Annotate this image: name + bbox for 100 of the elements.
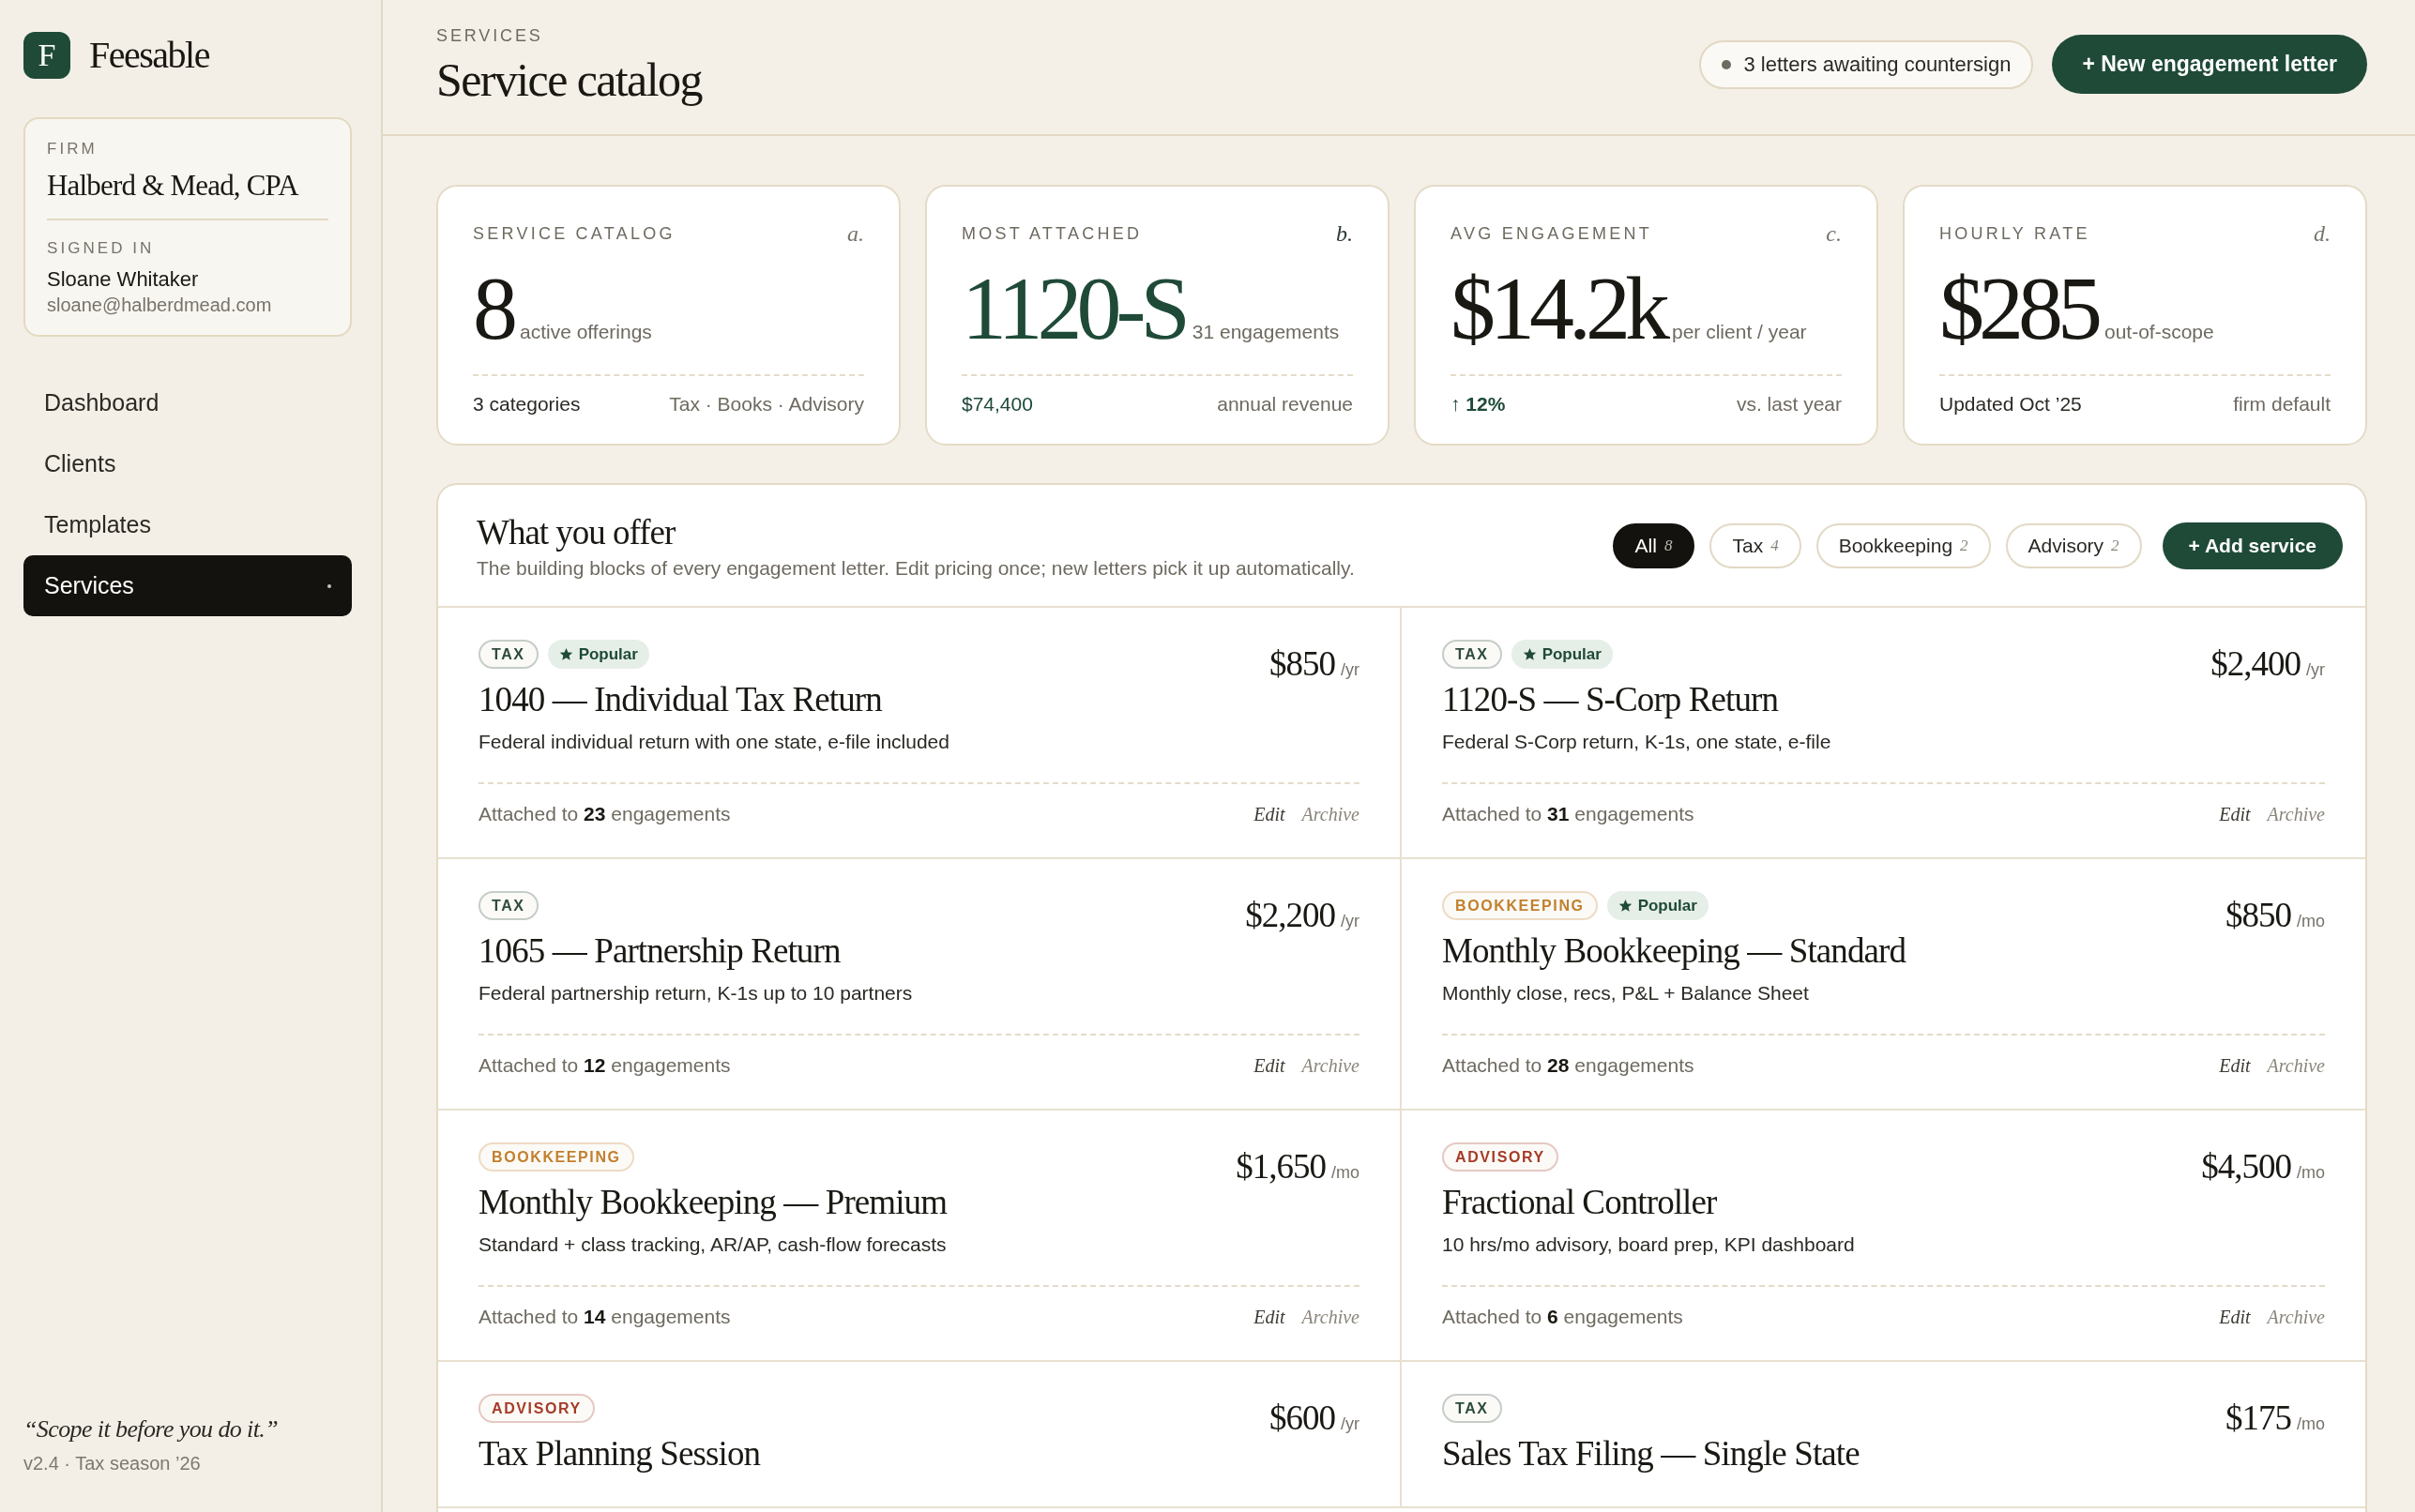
attached-count: Attached to 23 engagements: [478, 803, 731, 825]
archive-link[interactable]: Archive: [1301, 1306, 1359, 1328]
service-description: Monthly close, recs, P&L + Balance Sheet: [1442, 981, 1810, 1005]
stat-caption: Tax · Books · Advisory: [669, 393, 864, 416]
stat-footnote: Updated Oct ’25: [1939, 393, 2082, 416]
attached-count: Attached to 6 engagements: [1442, 1306, 1683, 1328]
service-title: Tax Planning Session: [478, 1433, 761, 1474]
stat-unit: per client / year: [1672, 321, 1807, 343]
logo-mark: F: [23, 32, 70, 79]
price-amount: $850: [2225, 895, 2291, 935]
nav-item[interactable]: Clients: [23, 433, 352, 494]
edit-link[interactable]: Edit: [2219, 1306, 2251, 1328]
service-title: Fractional Controller: [1442, 1182, 1718, 1223]
category-tag: BOOKKEEPING: [1442, 891, 1598, 920]
category-tag: BOOKKEEPING: [478, 1142, 634, 1172]
firm-name: Halberd & Mead, CPA: [47, 168, 300, 204]
category-tag: TAX: [1442, 640, 1502, 669]
filter-chip[interactable]: All 8: [1612, 522, 1695, 568]
popular-label: Popular: [1637, 896, 1697, 915]
service-description: 10 hrs/mo advisory, board prep, KPI dashboard: [1442, 1232, 1855, 1257]
filter-chip[interactable]: Bookkeeping 2: [1815, 522, 1991, 568]
popular-label: Popular: [578, 644, 638, 664]
edit-link[interactable]: Edit: [2219, 1054, 2251, 1077]
stat-unit: out-of-scope: [2104, 321, 2214, 343]
stat-caption: annual revenue: [1217, 393, 1353, 416]
edit-link[interactable]: Edit: [2219, 803, 2251, 825]
user-name: Sloane Whitaker: [47, 267, 200, 292]
version-label: v2.4 · Tax season ’26: [23, 1453, 202, 1474]
archive-link[interactable]: Archive: [2267, 1054, 2325, 1077]
stat-value: 1120-S: [962, 264, 1185, 354]
status-text: 3 letters awaiting countersign: [1743, 52, 2012, 77]
service-title: Monthly Bookkeeping — Premium: [478, 1182, 948, 1223]
archive-link[interactable]: Archive: [2267, 1306, 2325, 1328]
service-title: 1065 — Partnership Return: [478, 930, 842, 972]
price-amount: $2,200: [1245, 895, 1335, 935]
attached-count: Attached to 14 engagements: [478, 1306, 731, 1328]
price-period: /yr: [2306, 660, 2325, 680]
section-title: What you offer: [477, 511, 676, 553]
stat-label: AVG ENGAGEMENT: [1451, 223, 1653, 244]
stat-footnote: $74,400: [962, 393, 1033, 416]
price-period: /mo: [2297, 1414, 2325, 1434]
edit-link[interactable]: Edit: [1253, 803, 1285, 825]
price-amount: $850: [1269, 643, 1335, 684]
add-service-button[interactable]: + Add service: [2162, 522, 2343, 569]
price-period: /yr: [1341, 660, 1359, 680]
attached-count: Attached to 12 engagements: [478, 1054, 731, 1077]
price-amount: $175: [2225, 1398, 2291, 1438]
price-amount: $1,650: [1236, 1146, 1326, 1187]
archive-link[interactable]: Archive: [1301, 1054, 1359, 1077]
stat-value: $285: [1939, 264, 2097, 354]
category-tag: ADVISORY: [1442, 1142, 1558, 1172]
nav-item[interactable]: Templates: [23, 494, 352, 555]
edit-link[interactable]: Edit: [1253, 1054, 1285, 1077]
price-amount: $4,500: [2201, 1146, 2291, 1187]
stat-unit: active offerings: [520, 321, 652, 343]
sidebar-quote: “Scope it before you do it.”: [23, 1415, 280, 1444]
signed-in-label: SIGNED IN: [47, 239, 156, 258]
price-period: /mo: [2297, 1163, 2325, 1183]
filter-chip[interactable]: Tax 4: [1709, 522, 1801, 568]
stat-footnote: 3 categories: [473, 393, 581, 416]
nav-item[interactable]: Dashboard: [23, 372, 352, 433]
stat-caption: vs. last year: [1736, 393, 1842, 416]
archive-link[interactable]: Archive: [2267, 803, 2325, 825]
service-title: Sales Tax Filing — Single State: [1442, 1433, 1860, 1474]
price-period: /yr: [1341, 912, 1359, 931]
price-period: /mo: [2297, 912, 2325, 931]
service-description: Standard + class tracking, AR/AP, cash-flow forecasts: [478, 1232, 948, 1257]
attached-count: Attached to 31 engagements: [1442, 803, 1694, 825]
stat-letter: a.: [847, 220, 864, 247]
star-icon: [1618, 899, 1633, 913]
user-email: sloane@halberdmead.com: [47, 294, 273, 316]
nav-item[interactable]: Services: [23, 555, 352, 616]
attached-count: Attached to 28 engagements: [1442, 1054, 1694, 1077]
service-description: Federal partnership return, K-1s up to 10 partners: [478, 981, 913, 1005]
service-title: Monthly Bookkeeping — Standard: [1442, 930, 1906, 972]
section-subtitle: The building blocks of every engagement letter. Edit pricing once; new letters pick it up automatically.: [477, 556, 1355, 580]
new-letter-button[interactable]: + New engagement letter: [2052, 35, 2367, 94]
star-icon: [558, 647, 573, 661]
price-period: /yr: [1341, 1414, 1359, 1434]
active-dot-icon: [327, 583, 331, 588]
filter-chip[interactable]: Advisory 2: [2005, 522, 2142, 568]
stat-unit: 31 engagements: [1192, 321, 1340, 343]
stat-caption: firm default: [2233, 393, 2331, 416]
price-amount: $600: [1269, 1398, 1335, 1438]
price-period: /mo: [1331, 1163, 1359, 1183]
edit-link[interactable]: Edit: [1253, 1306, 1285, 1328]
stat-letter: d.: [2314, 220, 2331, 247]
service-description: Federal individual return with one state, e-file included: [478, 730, 949, 754]
stat-label: SERVICE CATALOG: [473, 223, 676, 244]
category-tag: TAX: [478, 891, 539, 920]
service-title: 1120-S — S-Corp Return: [1442, 679, 1780, 720]
page-eyebrow: SERVICES: [436, 26, 544, 45]
page-title: Service catalog: [436, 53, 702, 107]
status-dot-icon: [1722, 59, 1732, 69]
popular-label: Popular: [1542, 644, 1602, 664]
category-tag: TAX: [478, 640, 539, 669]
category-tag: TAX: [1442, 1394, 1502, 1423]
service-title: 1040 — Individual Tax Return: [478, 679, 883, 720]
status-pill[interactable]: 3 letters awaiting countersign: [1699, 39, 2034, 89]
archive-link[interactable]: Archive: [1301, 803, 1359, 825]
